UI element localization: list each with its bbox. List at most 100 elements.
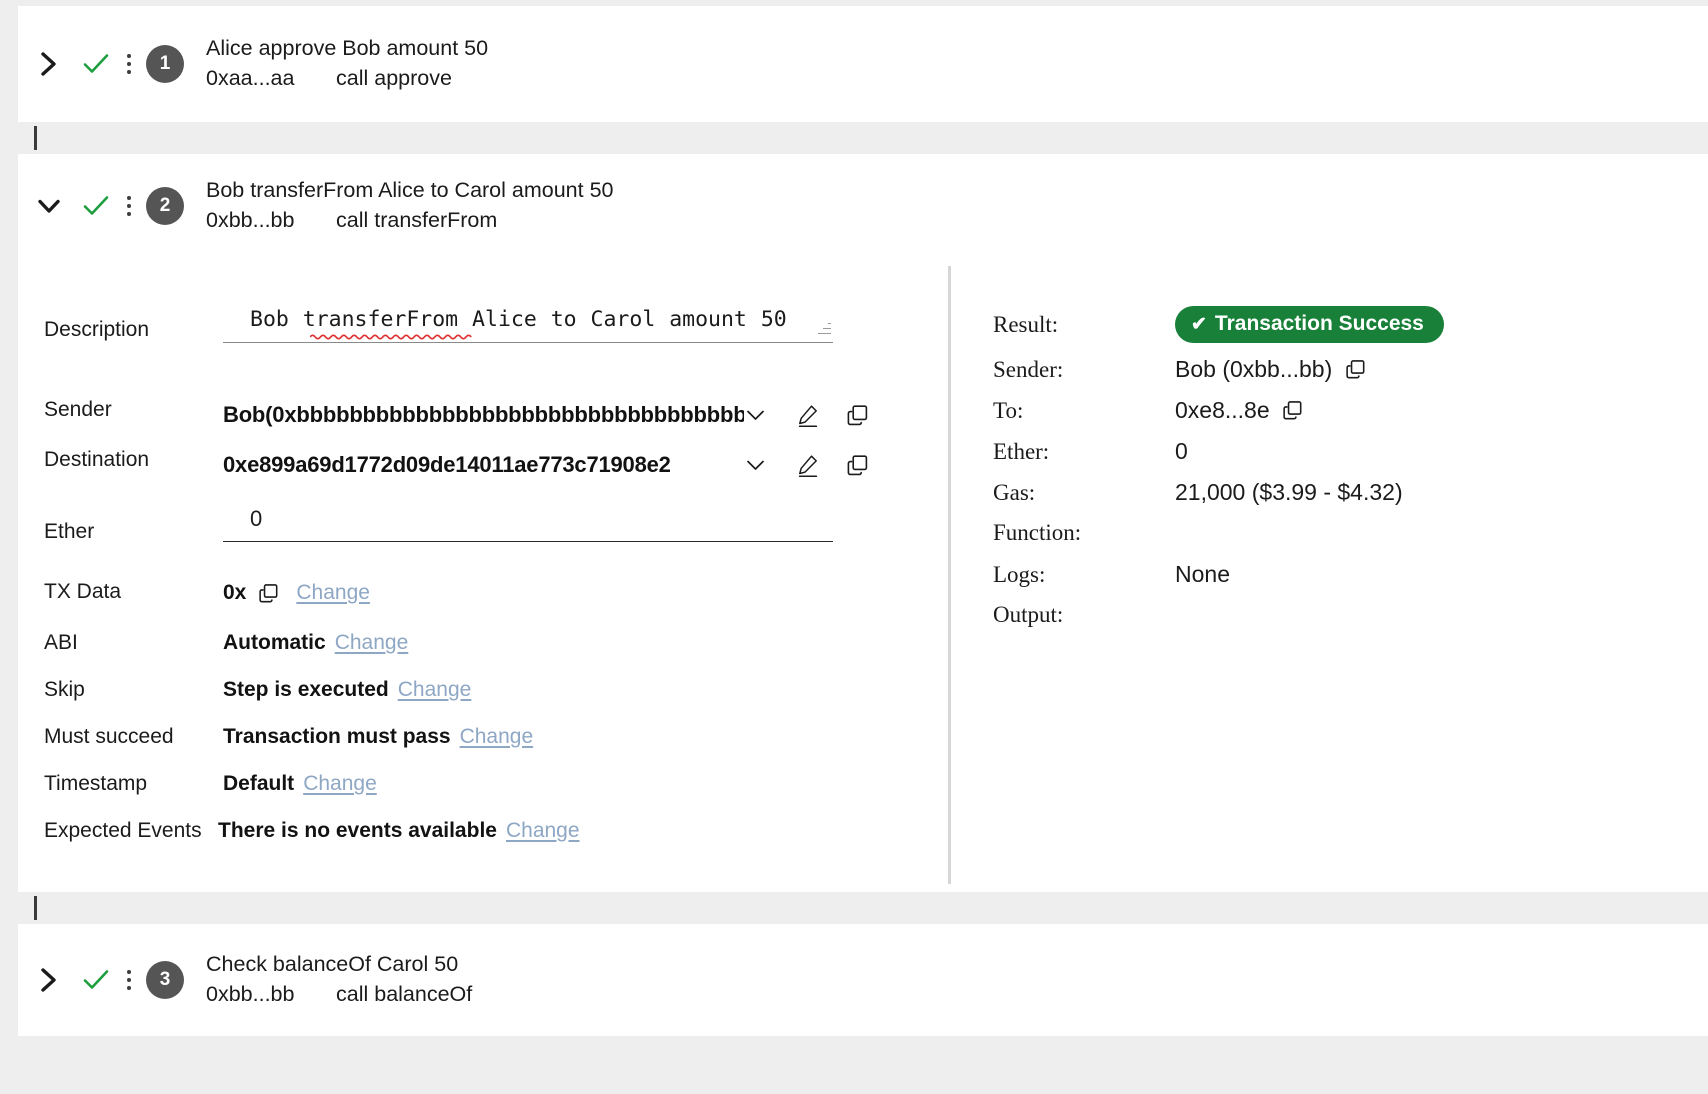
more-options-icon[interactable] [116,186,142,226]
result-function-label: Function: [993,520,1175,546]
check-icon [76,44,116,84]
expected-events-value: There is no events available [218,819,497,843]
abi-change-link[interactable]: Change [335,631,409,655]
copy-sender-icon[interactable] [840,398,874,432]
field-destination: Destination 0xe899a69d1772d09de14011ae77… [18,448,948,482]
step-summary: Check balanceOf Carol 50 0xbb...bb call … [206,950,472,1009]
chevron-down-icon[interactable] [32,189,66,223]
more-options-icon[interactable] [116,960,142,1000]
step-header-2[interactable]: 2 Bob transferFrom Alice to Carol amount… [18,154,1708,258]
copy-sender-result-icon[interactable] [1343,358,1367,382]
timestamp-change-link[interactable]: Change [303,772,377,796]
step-number-badge: 2 [146,187,184,225]
result-row-ether: Ether: 0 [993,438,1708,465]
edit-sender-icon[interactable] [790,398,824,432]
copy-to-result-icon[interactable] [1281,399,1305,423]
ether-label: Ether [18,506,223,544]
field-timestamp: Timestamp Default Change [18,772,948,796]
step-card-1[interactable]: 1 Alice approve Bob amount 50 0xaa...aa … [18,6,1708,122]
must-succeed-change-link[interactable]: Change [460,725,534,749]
abi-value: Automatic [223,631,326,655]
result-row-output: Output: [993,602,1708,628]
step-address: 0xaa...aa [206,64,336,94]
result-to-value: 0xe8...8e [1175,397,1270,424]
must-succeed-value: Transaction must pass [223,725,451,749]
description-input[interactable]: Bob transferFrom Alice to Carol amount 5… [223,306,833,343]
step-connector-1-2 [18,122,1708,154]
copy-destination-icon[interactable] [840,448,874,482]
field-description: Description Bob transferFrom Alice to Ca… [18,306,948,343]
step-header-3[interactable]: 3 Check balanceOf Carol 50 0xbb...bb cal… [18,924,1708,1036]
check-icon: ✔ [1191,313,1207,336]
step-title: Check balanceOf Carol 50 [206,950,472,980]
result-ether-value: 0 [1175,438,1188,465]
destination-label: Destination [18,448,223,472]
field-abi: ABI Automatic Change [18,631,948,655]
sender-value: Bob(0xbbbbbbbbbbbbbbbbbbbbbbbbbbbbbbbbbb… [223,402,744,428]
result-row-result: Result: ✔ Transaction Success [993,306,1708,343]
skip-value: Step is executed [223,678,389,702]
resize-handle[interactable] [818,321,831,334]
result-sender-value: Bob (0xbb...bb) [1175,356,1332,383]
chevron-right-icon[interactable] [32,963,66,997]
field-expected-events: Expected Events There is no events avail… [18,819,948,843]
step-detail-panel: Description Bob transferFrom Alice to Ca… [18,258,1708,892]
abi-label: ABI [18,631,223,655]
step-subtitle: 0xbb...bb call transferFrom [206,206,614,236]
ether-input[interactable]: 0 [223,506,833,542]
timestamp-value: Default [223,772,294,796]
chevron-down-icon[interactable] [744,409,766,422]
field-sender: Sender Bob(0xbbbbbbbbbbbbbbbbbbbbbbbbbbb… [18,398,948,432]
ether-value: 0 [223,506,833,532]
step-call: call approve [336,64,452,94]
destination-select[interactable]: 0xe899a69d1772d09de14011ae773c71908e2 [223,452,766,478]
description-value: Bob transferFrom Alice to Carol amount 5… [223,306,833,334]
status-badge: ✔ Transaction Success [1175,306,1444,343]
connector-line [34,126,37,150]
result-to-label: To: [993,398,1175,424]
field-must-succeed: Must succeed Transaction must pass Chang… [18,725,948,749]
tx-data-change-link[interactable]: Change [296,581,370,605]
check-icon [76,186,116,226]
result-row-sender: Sender: Bob (0xbb...bb) [993,356,1708,383]
chevron-down-icon[interactable] [744,459,766,472]
description-label: Description [18,306,223,342]
step-number-badge: 1 [146,45,184,83]
skip-change-link[interactable]: Change [398,678,472,702]
field-skip: Skip Step is executed Change [18,678,948,702]
result-output-label: Output: [993,602,1175,628]
chevron-right-icon[interactable] [32,47,66,81]
step-address: 0xbb...bb [206,980,336,1010]
skip-label: Skip [18,678,223,702]
field-ether: Ether 0 [18,506,948,544]
step-summary: Bob transferFrom Alice to Carol amount 5… [206,176,614,235]
spellcheck-underline [310,333,473,340]
more-options-icon[interactable] [116,44,142,84]
expected-events-change-link[interactable]: Change [506,819,580,843]
result-label: Result: [993,312,1175,338]
step-title: Bob transferFrom Alice to Carol amount 5… [206,176,614,206]
step-title: Alice approve Bob amount 50 [206,34,488,64]
step-card-2[interactable]: 2 Bob transferFrom Alice to Carol amount… [18,154,1708,258]
step-summary: Alice approve Bob amount 50 0xaa...aa ca… [206,34,488,93]
step-header-1[interactable]: 1 Alice approve Bob amount 50 0xaa...aa … [18,6,1708,122]
result-row-to: To: 0xe8...8e [993,397,1708,424]
check-icon [76,960,116,1000]
sender-select[interactable]: Bob(0xbbbbbbbbbbbbbbbbbbbbbbbbbbbbbbbbbb… [223,402,766,428]
result-sender-label: Sender: [993,357,1175,383]
result-row-function: Function: [993,520,1708,546]
tx-data-value: 0x [223,581,246,605]
step-call: call transferFrom [336,206,497,236]
transaction-steps-page: 1 Alice approve Bob amount 50 0xaa...aa … [0,0,1708,1094]
sender-label: Sender [18,398,223,422]
step-card-3[interactable]: 3 Check balanceOf Carol 50 0xbb...bb cal… [18,924,1708,1036]
must-succeed-label: Must succeed [18,725,223,749]
edit-destination-icon[interactable] [790,448,824,482]
step-connector-2-3 [18,892,1708,924]
step-address: 0xbb...bb [206,206,336,236]
step-call: call balanceOf [336,980,472,1010]
panel-divider [948,266,951,884]
timestamp-label: Timestamp [18,772,223,796]
status-badge-label: Transaction Success [1215,312,1424,336]
copy-tx-data-icon[interactable] [255,580,281,606]
